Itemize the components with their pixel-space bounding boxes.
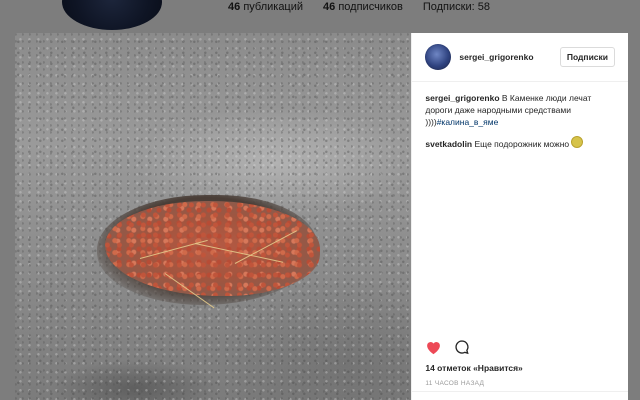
likes-count[interactable]: 14 отметок «Нравится» [425, 363, 522, 373]
post-photo[interactable] [15, 33, 412, 400]
grinning-emoji-icon [571, 136, 584, 148]
comment-icon[interactable] [454, 339, 470, 360]
comment-text: Еще подорожник можно [474, 139, 570, 149]
post-actions [425, 339, 470, 360]
post-side-panel: sergei_grigorenko Подписки sergei_grigor… [411, 33, 628, 400]
comments-list: sergei_grigorenko В Каменке люди лечат д… [412, 82, 628, 168]
author-avatar[interactable] [425, 44, 452, 70]
author-username[interactable]: sergei_grigorenko [459, 52, 533, 62]
caption: sergei_grigorenko В Каменке люди лечат д… [425, 92, 615, 128]
comment-username[interactable]: svetkadolin [425, 139, 472, 149]
post-header: sergei_grigorenko Подписки [412, 33, 628, 82]
following-button[interactable]: Подписки [559, 47, 615, 67]
post-time[interactable]: 11 часов назад [425, 380, 484, 387]
caption-username[interactable]: sergei_grigorenko [425, 93, 499, 103]
heart-icon[interactable] [425, 339, 442, 360]
hashtag-link[interactable]: #калина_в_яме [437, 117, 499, 127]
post-modal: sergei_grigorenko Подписки sergei_grigor… [15, 33, 628, 400]
comment-item: svetkadolin Еще подорожник можно [425, 136, 615, 150]
divider [412, 391, 628, 392]
